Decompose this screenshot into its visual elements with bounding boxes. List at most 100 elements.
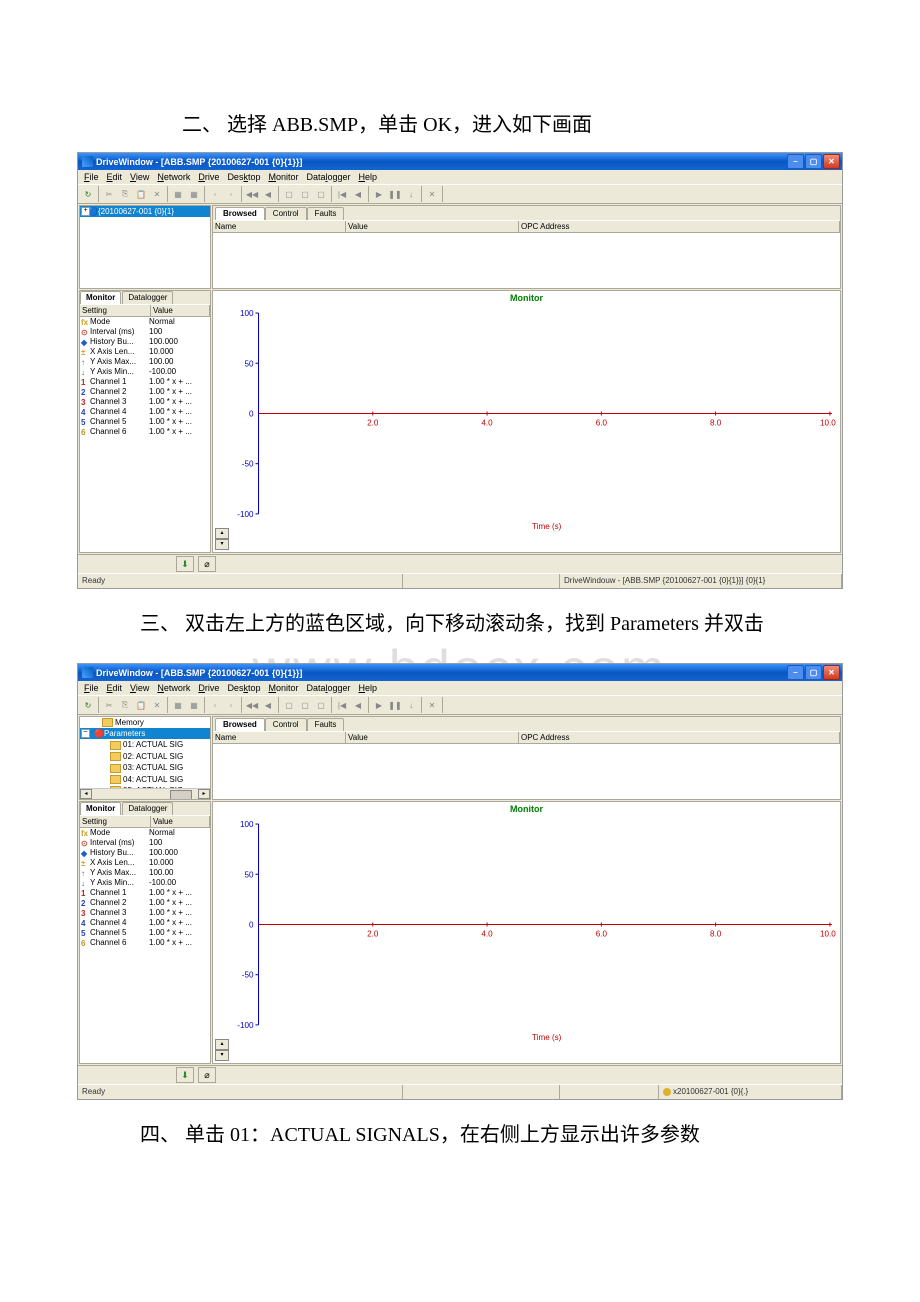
first-icon[interactable]: |◀ [334,187,350,201]
tab-datalogger[interactable]: Datalogger [122,802,173,815]
menu-help[interactable]: Help [355,683,382,693]
next-icon[interactable]: ↓ [403,187,419,201]
titlebar[interactable]: DriveWindow - [ABB.SMP {20100627-001 {0}… [78,153,842,170]
copy-icon[interactable]: ⎘ [117,187,133,201]
tree-pane[interactable]: +🔵{20100627-001 {0}{1} [79,205,211,289]
refresh-icon[interactable]: ↻ [80,698,96,712]
erase-icon[interactable]: ⌀ [198,556,216,572]
rewind-icon[interactable]: ◀◀ [244,187,260,201]
menu-monitor[interactable]: Monitor [264,172,302,182]
menu-edit[interactable]: Edit [103,172,127,182]
step-down-icon[interactable]: ▾ [215,539,229,550]
menu-file[interactable]: FFileile [80,172,103,182]
tab-faults[interactable]: Faults [307,207,345,220]
titlebar[interactable]: DriveWindow - [ABB.SMP {20100627-001 {0}… [78,664,842,681]
setting-row[interactable]: 1Channel 11.00 * x + ... [80,888,210,898]
tree-item[interactable]: 03: ACTUAL SIG [80,762,210,773]
tool-icon[interactable]: ◦ [207,187,223,201]
close-icon[interactable]: ✕ [823,665,840,680]
clear-icon[interactable]: ✕ [424,187,440,201]
play-icon[interactable]: ▶ [371,187,387,201]
setting-row[interactable]: 1Channel 11.00 * x + ... [80,377,210,387]
delete-icon[interactable]: ✕ [149,187,165,201]
tool-icon[interactable]: ◦ [223,187,239,201]
menu-desktop[interactable]: Desktop [223,683,264,693]
tool-icon[interactable]: ▢ [297,187,313,201]
menu-file[interactable]: File [80,683,103,693]
setting-row[interactable]: 4Channel 41.00 * x + ... [80,407,210,417]
prev-icon[interactable]: ◀ [260,187,276,201]
menu-monitor[interactable]: Monitor [264,683,302,693]
tab-browsed[interactable]: Browsed [215,718,265,731]
step-down-icon[interactable]: ▾ [215,1050,229,1061]
menu-network[interactable]: Network [153,683,194,693]
step-up-icon[interactable]: ▴ [215,1039,229,1050]
menu-datalogger[interactable]: Datalogger [302,172,354,182]
menu-network[interactable]: Network [153,172,194,182]
scroll-right-icon[interactable]: ▸ [198,789,210,799]
tree-item[interactable]: 02: ACTUAL SIG [80,751,210,762]
setting-row[interactable]: 4Channel 41.00 * x + ... [80,918,210,928]
setting-row[interactable]: ⊙Interval (ms)100 [80,327,210,337]
settings-pane[interactable]: Monitor Datalogger SettingValue fxModeNo… [79,801,211,1064]
menu-help[interactable]: Help [355,172,382,182]
refresh-icon[interactable]: ↻ [80,187,96,201]
menu-drive[interactable]: Drive [194,172,223,182]
setting-row[interactable]: 6Channel 61.00 * x + ... [80,938,210,948]
next-icon[interactable]: ↓ [403,698,419,712]
tab-datalogger[interactable]: Datalogger [122,291,173,304]
menu-drive[interactable]: Drive [194,683,223,693]
tool-icon[interactable]: ◦ [223,698,239,712]
clear-icon[interactable]: ✕ [424,698,440,712]
setting-row[interactable]: ±X Axis Len...10.000 [80,347,210,357]
erase-icon[interactable]: ⌀ [198,1067,216,1083]
tree-item[interactable]: 01: ACTUAL SIG [80,739,210,750]
tool-icon[interactable]: ▦ [186,187,202,201]
data-grid[interactable]: Browsed Control Faults Name Value OPC Ad… [212,716,841,800]
setting-row[interactable]: 5Channel 51.00 * x + ... [80,417,210,427]
setting-row[interactable]: ↑Y Axis Max...100.00 [80,357,210,367]
minimize-icon[interactable]: – [787,154,804,169]
setting-row[interactable]: 5Channel 51.00 * x + ... [80,928,210,938]
pause-icon[interactable]: ❚❚ [387,698,403,712]
maximize-icon[interactable]: ▢ [805,154,822,169]
setting-row[interactable]: 3Channel 31.00 * x + ... [80,908,210,918]
delete-icon[interactable]: ✕ [149,698,165,712]
setting-row[interactable]: fxModeNormal [80,828,210,838]
settings-pane[interactable]: Monitor Datalogger SettingValue fxModeNo… [79,290,211,553]
rewind-icon[interactable]: ◀◀ [244,698,260,712]
tool-icon[interactable]: ◦ [207,698,223,712]
chart-stepper[interactable]: ▴ ▾ [215,1039,229,1061]
setting-row[interactable]: fxModeNormal [80,317,210,327]
menu-view[interactable]: View [126,172,153,182]
setting-row[interactable]: ↑Y Axis Max...100.00 [80,868,210,878]
setting-row[interactable]: ↓Y Axis Min...-100.00 [80,878,210,888]
tool-icon[interactable]: ▢ [297,698,313,712]
download-icon[interactable]: ⬇ [176,1067,194,1083]
menu-datalogger[interactable]: Datalogger [302,683,354,693]
tool-icon[interactable]: ▦ [170,187,186,201]
close-icon[interactable]: ✕ [823,154,840,169]
setting-row[interactable]: 2Channel 21.00 * x + ... [80,387,210,397]
cut-icon[interactable]: ✂ [101,187,117,201]
minimize-icon[interactable]: – [787,665,804,680]
setting-row[interactable]: 6Channel 61.00 * x + ... [80,427,210,437]
prev-icon[interactable]: ◀ [260,698,276,712]
data-grid[interactable]: Browsed Control Faults Name Value OPC Ad… [212,205,841,289]
first-icon[interactable]: |◀ [334,698,350,712]
tab-control[interactable]: Control [265,207,307,220]
tab-monitor[interactable]: Monitor [80,802,121,815]
back-icon[interactable]: ◀ [350,698,366,712]
tree-scrollbar[interactable]: ◂ ▸ [80,788,210,799]
setting-row[interactable]: 3Channel 31.00 * x + ... [80,397,210,407]
menu-edit[interactable]: Edit [103,683,127,693]
paste-icon[interactable]: 📋 [133,698,149,712]
tree-parameters[interactable]: –🔴Parameters [80,728,210,739]
play-icon[interactable]: ▶ [371,698,387,712]
setting-row[interactable]: ◆History Bu...100.000 [80,848,210,858]
setting-row[interactable]: ◆History Bu...100.000 [80,337,210,347]
cut-icon[interactable]: ✂ [101,698,117,712]
back-icon[interactable]: ◀ [350,187,366,201]
setting-row[interactable]: 2Channel 21.00 * x + ... [80,898,210,908]
tab-control[interactable]: Control [265,718,307,731]
